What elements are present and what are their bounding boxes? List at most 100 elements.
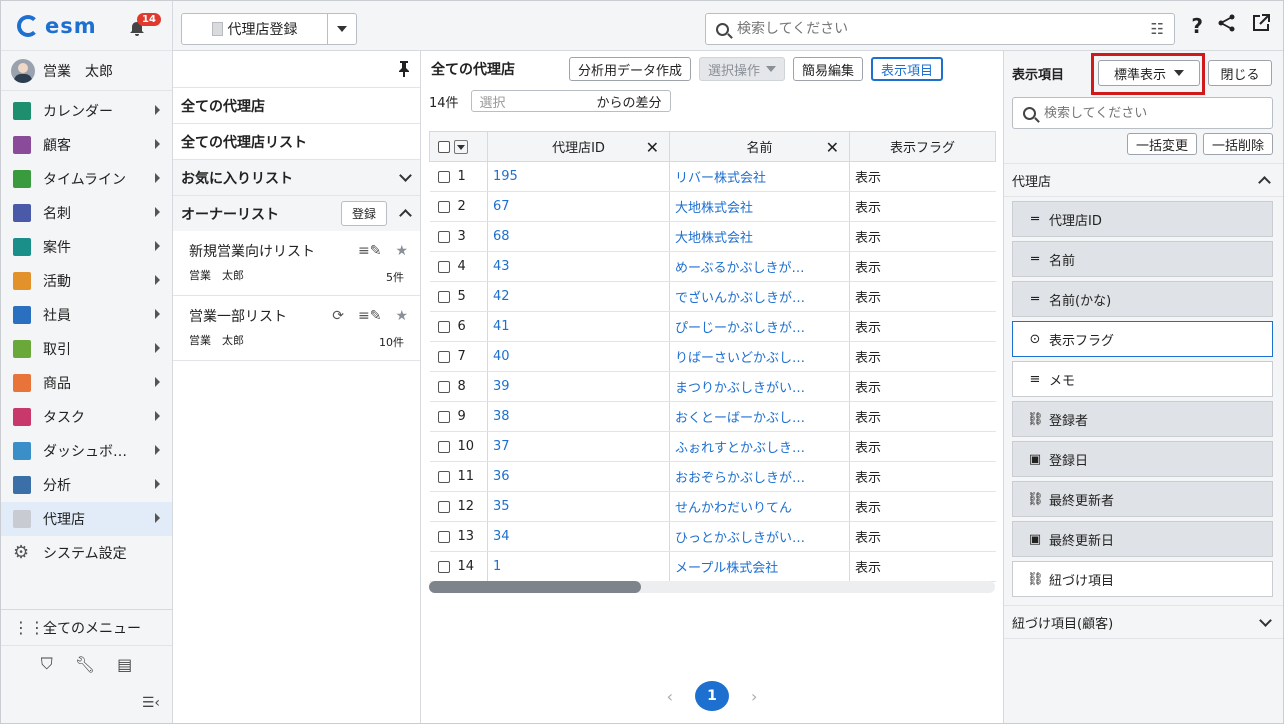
list-all-agency-lists[interactable]: 全ての代理店リスト bbox=[173, 123, 420, 159]
agency-id-link[interactable]: 37 bbox=[487, 431, 670, 462]
selection-ops-button[interactable]: 選択操作 bbox=[699, 57, 786, 81]
agency-id-link[interactable]: 43 bbox=[487, 251, 670, 282]
agency-name-link[interactable]: ふぉれすとかぶしき… bbox=[669, 431, 850, 462]
agency-name-link[interactable]: りばーさいどかぶし… bbox=[669, 341, 850, 372]
close-icon[interactable]: ✕ bbox=[826, 138, 839, 157]
sidebar-item[interactable]: 社員 bbox=[1, 298, 172, 332]
prev-page-icon[interactable]: ‹ bbox=[667, 687, 673, 706]
display-field-item[interactable]: ⛓ 最終更新者 bbox=[1012, 481, 1273, 517]
agency-id-link[interactable]: 42 bbox=[487, 281, 670, 312]
panel-search-input[interactable] bbox=[1044, 105, 1272, 121]
table-row[interactable]: 13 34 ひっとかぶしきがい… 表示 bbox=[429, 521, 996, 552]
select-all-checkbox[interactable] bbox=[438, 140, 450, 153]
row-checkbox[interactable] bbox=[437, 320, 450, 333]
agency-name-link[interactable]: まつりかぶしきがい… bbox=[669, 371, 850, 402]
sidebar-item[interactable]: ⚙ システム設定 bbox=[1, 536, 172, 570]
edit-list-icon[interactable]: ≡✎ bbox=[358, 243, 381, 259]
register-agency-button[interactable]: 代理店登録 bbox=[181, 13, 357, 45]
agency-name-link[interactable]: せんかわだいりてん bbox=[669, 491, 850, 522]
row-checkbox[interactable] bbox=[437, 470, 450, 483]
row-checkbox[interactable] bbox=[437, 230, 450, 243]
table-row[interactable]: 6 41 ぴーじーかぶしきが… 表示 bbox=[429, 311, 996, 342]
next-page-icon[interactable]: › bbox=[751, 687, 757, 706]
row-checkbox[interactable] bbox=[437, 380, 450, 393]
register-agency-main[interactable]: 代理店登録 bbox=[182, 14, 328, 44]
pin-icon[interactable] bbox=[173, 51, 420, 87]
display-field-item[interactable]: ⊙ 表示フラグ bbox=[1012, 321, 1273, 357]
agency-name-link[interactable]: おくとーばーかぶし… bbox=[669, 401, 850, 432]
bulk-change-button[interactable]: 一括変更 bbox=[1126, 133, 1197, 155]
saved-list-item[interactable]: 営業一部リスト 営業 太郎 10件 ⟳ ≡✎ ★ bbox=[173, 296, 420, 361]
register-list-button[interactable]: 登録 bbox=[340, 201, 387, 226]
agency-name-link[interactable]: メープル株式会社 bbox=[669, 551, 850, 582]
scrollbar-thumb[interactable] bbox=[429, 581, 641, 593]
agency-id-link[interactable]: 35 bbox=[487, 491, 670, 522]
agency-name-link[interactable]: ひっとかぶしきがい… bbox=[669, 521, 850, 552]
sidebar-item[interactable]: 活動 bbox=[1, 264, 172, 298]
select-dropdown-icon[interactable] bbox=[454, 139, 468, 154]
list-all-agencies[interactable]: 全ての代理店 bbox=[173, 87, 420, 123]
chevron-up-icon[interactable] bbox=[399, 209, 412, 222]
table-row[interactable]: 7 40 りばーさいどかぶし… 表示 bbox=[429, 341, 996, 372]
close-panel-button[interactable]: 閉じる bbox=[1208, 60, 1272, 86]
row-checkbox[interactable] bbox=[437, 560, 450, 573]
current-page[interactable]: 1 bbox=[695, 681, 729, 711]
agency-id-link[interactable]: 34 bbox=[487, 521, 670, 552]
display-field-item[interactable]: ═ 名前(かな) bbox=[1012, 281, 1273, 317]
column-header-id[interactable]: 代理店ID ✕ bbox=[487, 131, 670, 162]
saved-list-item[interactable]: 新規営業向けリスト 営業 太郎 5件 ≡✎ ★ bbox=[173, 231, 420, 296]
display-field-item[interactable]: ═ 名前 bbox=[1012, 241, 1273, 277]
table-row[interactable]: 3 68 大地株式会社 表示 bbox=[429, 221, 996, 252]
sidebar-item[interactable]: 案件 bbox=[1, 230, 172, 264]
column-header-name[interactable]: 名前 ✕ bbox=[669, 131, 850, 162]
row-checkbox[interactable] bbox=[437, 440, 450, 453]
table-row[interactable]: 4 43 めーぶるかぶしきが… 表示 bbox=[429, 251, 996, 282]
display-field-item[interactable]: ▣ 登録日 bbox=[1012, 441, 1273, 477]
agency-name-link[interactable]: リバー株式会社 bbox=[669, 161, 850, 192]
shield-icon[interactable]: ⛉ bbox=[41, 654, 53, 674]
agency-id-link[interactable]: 1 bbox=[487, 551, 670, 582]
global-search[interactable]: ☷ bbox=[705, 13, 1175, 45]
agency-id-link[interactable]: 195 bbox=[487, 161, 670, 192]
agency-id-link[interactable]: 39 bbox=[487, 371, 670, 402]
sidebar-item[interactable]: 代理店 bbox=[1, 502, 172, 536]
horizontal-scrollbar[interactable] bbox=[429, 581, 995, 593]
agency-id-link[interactable]: 38 bbox=[487, 401, 670, 432]
share-icon[interactable] bbox=[1217, 13, 1237, 38]
row-checkbox[interactable] bbox=[437, 500, 450, 513]
panel-search[interactable] bbox=[1012, 97, 1273, 129]
display-items-button[interactable]: 表示項目 bbox=[871, 57, 944, 81]
agency-name-link[interactable]: ぴーじーかぶしきが… bbox=[669, 311, 850, 342]
display-field-item[interactable]: ═ 代理店ID bbox=[1012, 201, 1273, 237]
wrench-icon[interactable]: 🔧︎ bbox=[75, 655, 95, 674]
table-row[interactable]: 12 35 せんかわだいりてん 表示 bbox=[429, 491, 996, 522]
edit-list-icon[interactable]: ≡✎ bbox=[358, 308, 381, 324]
sidebar-item[interactable]: 取引 bbox=[1, 332, 172, 366]
filter-settings-icon[interactable]: ☷ bbox=[1151, 20, 1164, 38]
row-checkbox[interactable] bbox=[437, 290, 450, 303]
agency-name-link[interactable]: めーぶるかぶしきが… bbox=[669, 251, 850, 282]
sidebar-item[interactable]: タイムライン bbox=[1, 162, 172, 196]
table-row[interactable]: 10 37 ふぉれすとかぶしき… 表示 bbox=[429, 431, 996, 462]
table-row[interactable]: 8 39 まつりかぶしきがい… 表示 bbox=[429, 371, 996, 402]
sidebar-item[interactable]: 商品 bbox=[1, 366, 172, 400]
agency-name-link[interactable]: おおぞらかぶしきが… bbox=[669, 461, 850, 492]
diff-select[interactable]: 選択 からの差分 bbox=[470, 90, 671, 112]
display-field-item[interactable]: ⛓ 紐づけ項目 bbox=[1012, 561, 1273, 597]
agency-id-link[interactable]: 41 bbox=[487, 311, 670, 342]
sidebar-item[interactable]: 名刺 bbox=[1, 196, 172, 230]
agency-id-link[interactable]: 67 bbox=[487, 191, 670, 222]
agency-name-link[interactable]: 大地株式会社 bbox=[669, 191, 850, 222]
sidebar-item[interactable]: カレンダー bbox=[1, 94, 172, 128]
quick-edit-button[interactable]: 簡易編集 bbox=[793, 57, 864, 81]
star-icon[interactable]: ★ bbox=[395, 243, 408, 259]
agency-section-header[interactable]: 代理店 bbox=[1004, 163, 1283, 197]
linked-customer-section-header[interactable]: 紐づけ項目(顧客) bbox=[1004, 605, 1283, 639]
help-icon[interactable]: ? bbox=[1191, 14, 1203, 38]
table-row[interactable]: 9 38 おくとーばーかぶし… 表示 bbox=[429, 401, 996, 432]
display-mode-dropdown[interactable]: 標準表示 bbox=[1098, 60, 1200, 86]
row-checkbox[interactable] bbox=[437, 200, 450, 213]
agency-id-link[interactable]: 36 bbox=[487, 461, 670, 492]
agency-name-link[interactable]: 大地株式会社 bbox=[669, 221, 850, 252]
table-row[interactable]: 2 67 大地株式会社 表示 bbox=[429, 191, 996, 222]
